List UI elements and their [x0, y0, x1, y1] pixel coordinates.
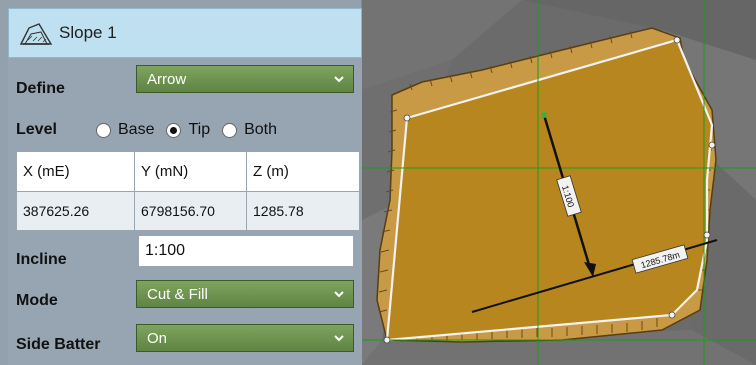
- header-y: Y (mN): [134, 151, 247, 192]
- mode-label: Mode: [16, 292, 58, 309]
- chevron-down-icon: [334, 335, 344, 342]
- side-batter-dropdown-value: On: [147, 329, 168, 347]
- level-option-both[interactable]: Both: [222, 121, 277, 139]
- level-label: Level: [16, 121, 57, 138]
- panel-title-bar: Slope 1: [8, 8, 362, 58]
- coordinates-header-row: X (mE) Y (mN) Z (m): [16, 151, 360, 192]
- panel-title: Slope 1: [59, 23, 117, 42]
- value-x[interactable]: 387625.26: [16, 190, 135, 231]
- header-x: X (mE): [16, 151, 135, 192]
- map-viewport[interactable]: 1:100 1285.78m: [362, 0, 756, 365]
- slope-icon: [19, 23, 53, 45]
- mode-dropdown-value: Cut & Fill: [147, 285, 208, 303]
- level-radio-group: Base Tip Both: [96, 121, 289, 139]
- level-option-base-label: Base: [118, 121, 155, 138]
- level-option-tip-label: Tip: [188, 121, 211, 138]
- slope-3d-view: 1:100 1285.78m: [362, 0, 756, 365]
- define-dropdown[interactable]: Arrow: [136, 65, 354, 93]
- radio-both[interactable]: [222, 122, 238, 138]
- value-z[interactable]: 1285.78: [246, 190, 360, 231]
- level-option-base[interactable]: Base: [96, 121, 154, 139]
- incline-input-value: 1:100: [145, 242, 186, 259]
- slope-form: Define Arrow Level Base Tip Both X (mE) …: [8, 58, 362, 365]
- header-z: Z (m): [246, 151, 360, 192]
- slope-properties-panel: Slope 1 Define Arrow Level Base Tip Both: [0, 0, 362, 365]
- side-batter-dropdown[interactable]: On: [136, 324, 354, 352]
- coordinates-value-row[interactable]: 387625.26 6798156.70 1285.78: [16, 190, 360, 231]
- coordinates-table: X (mE) Y (mN) Z (m) 387625.26 6798156.70…: [16, 151, 360, 231]
- radio-tip[interactable]: [166, 122, 182, 138]
- mode-dropdown[interactable]: Cut & Fill: [136, 280, 354, 308]
- incline-input[interactable]: 1:100: [138, 235, 354, 267]
- chevron-down-icon: [334, 291, 344, 298]
- value-y[interactable]: 6798156.70: [134, 190, 247, 231]
- level-option-tip[interactable]: Tip: [166, 121, 210, 139]
- level-option-both-label: Both: [244, 121, 278, 138]
- side-batter-label: Side Batter: [16, 336, 101, 353]
- chevron-down-icon: [334, 76, 344, 83]
- define-label: Define: [16, 80, 65, 97]
- radio-base[interactable]: [96, 122, 111, 138]
- define-dropdown-value: Arrow: [147, 70, 187, 88]
- incline-label: Incline: [16, 251, 67, 268]
